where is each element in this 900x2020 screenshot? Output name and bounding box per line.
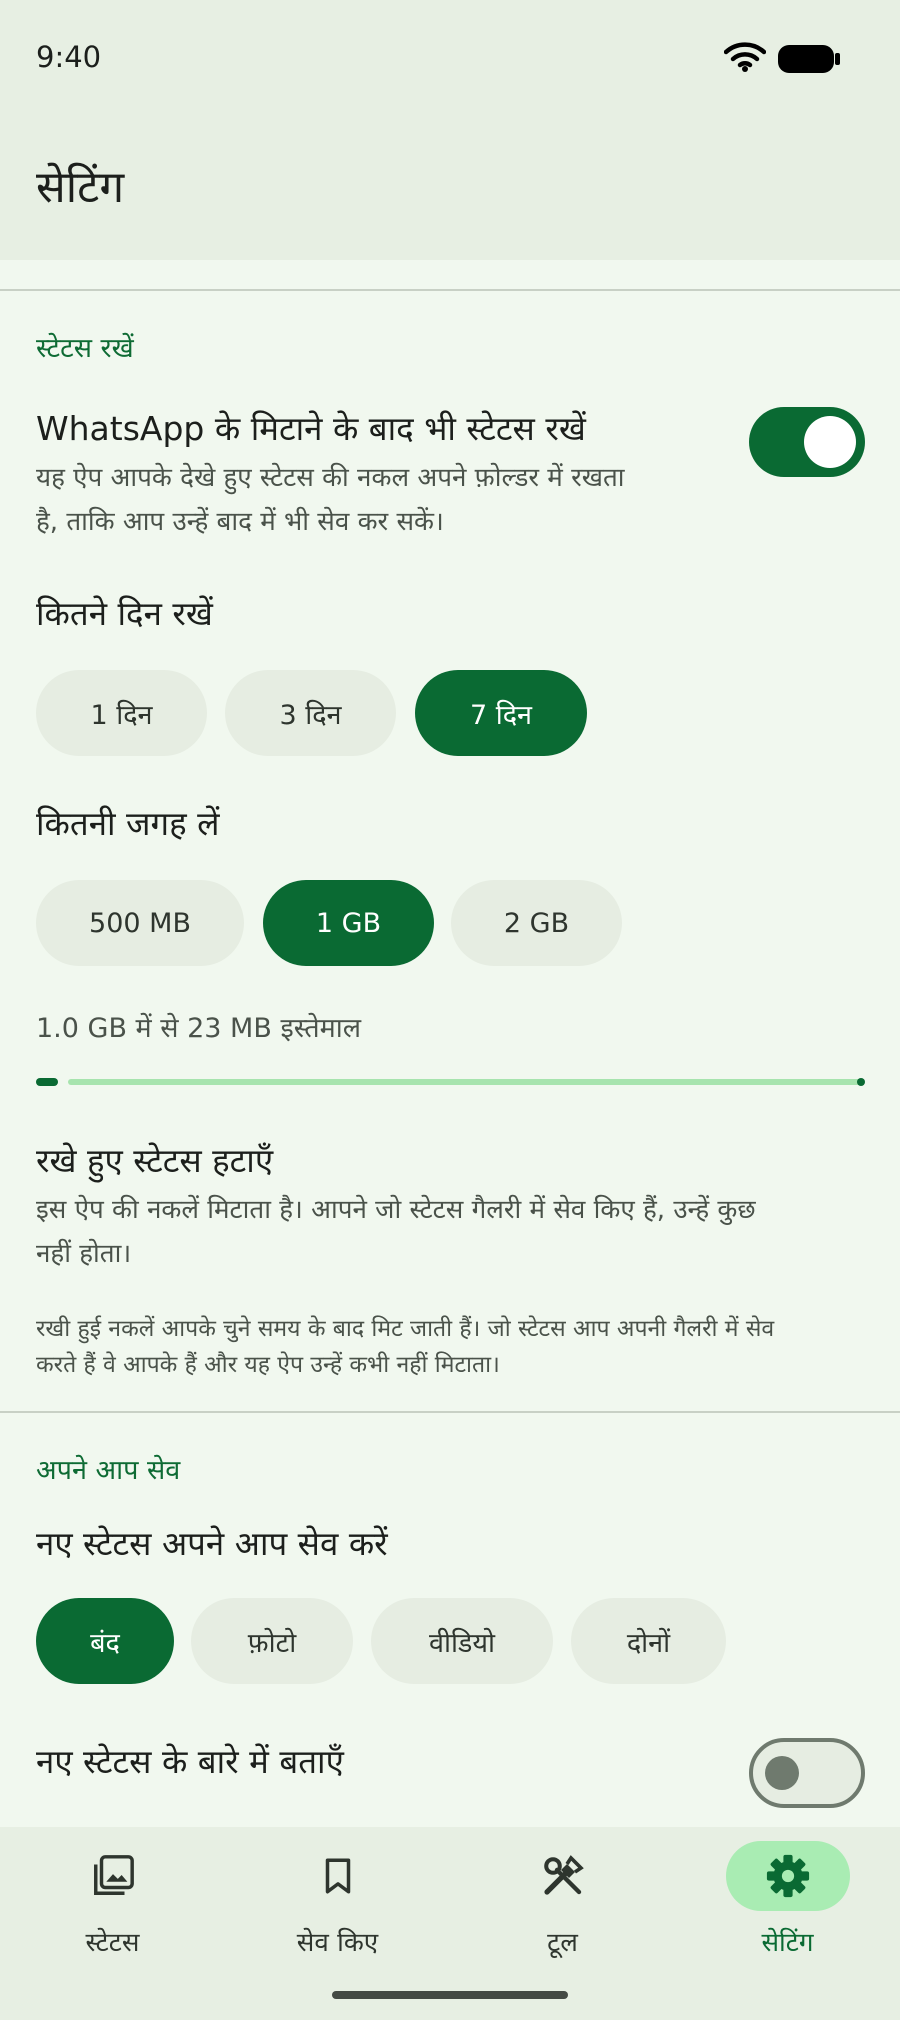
toggle-knob — [804, 416, 856, 468]
keep-after-delete-title: WhatsApp के मिटाने के बाद भी स्टेटस रखें — [36, 409, 586, 448]
space-chip-500mb[interactable]: 500 MB — [36, 880, 244, 966]
keep-after-delete-desc-1: यह ऐप आपके देखे हुए स्टेटस की नकल अपने फ… — [36, 463, 625, 493]
nav-item-status[interactable]: स्टेटस — [0, 1827, 225, 1977]
photo-library-icon — [51, 1841, 175, 1911]
nav-label-saved: सेव किए — [296, 1928, 379, 1958]
page-title: सेटिंग — [36, 162, 125, 213]
days-label: कितने दिन रखें — [36, 594, 213, 633]
tools-icon — [501, 1841, 625, 1911]
storage-progress-fill — [36, 1078, 58, 1086]
home-indicator[interactable] — [332, 1991, 568, 1999]
app-bar: सेटिंग — [0, 115, 900, 260]
days-chip-7[interactable]: 7 दिन — [415, 670, 587, 756]
autosave-chip-video[interactable]: वीडियो — [371, 1598, 553, 1684]
storage-progress-end-dot — [857, 1078, 865, 1086]
bookmark-icon — [276, 1841, 400, 1911]
keep-after-delete-desc-2: है, ताकि आप उन्हें बाद में भी सेव कर सके… — [36, 507, 444, 537]
nav-item-tools[interactable]: टूल — [450, 1827, 675, 1977]
battery-icon — [778, 45, 840, 77]
days-chip-3[interactable]: 3 दिन — [225, 670, 396, 756]
days-chip-1[interactable]: 1 दिन — [36, 670, 207, 756]
nav-label-tools: टूल — [547, 1928, 578, 1958]
nav-item-saved[interactable]: सेव किए — [225, 1827, 450, 1977]
space-chip-2gb[interactable]: 2 GB — [451, 880, 622, 966]
remove-kept-title: रखे हुए स्टेटस हटाएँ — [36, 1141, 274, 1180]
space-label: कितनी जगह लें — [36, 804, 220, 843]
autosave-chip-both[interactable]: दोनों — [571, 1598, 726, 1684]
keep-note-2: करते हैं वे आपके हैं और यह ऐप उन्हें कभी… — [36, 1352, 500, 1378]
section-title-autosave: अपने आप सेव — [36, 1455, 181, 1486]
autosave-chip-photo[interactable]: फ़ोटो — [191, 1598, 353, 1684]
keep-note-1: रखी हुई नकलें आपके चुने समय के बाद मिट ज… — [36, 1316, 775, 1342]
wifi-icon — [723, 42, 767, 76]
gear-icon — [725, 1841, 850, 1911]
nav-item-settings[interactable]: सेटिंग — [675, 1827, 900, 1977]
status-bar: 9:40 — [0, 0, 900, 115]
section-divider — [0, 289, 900, 291]
status-time: 9:40 — [36, 40, 102, 74]
section-divider — [0, 1411, 900, 1413]
remove-kept-desc-1: इस ऐप की नकलें मिटाता है। आपने जो स्टेटस… — [36, 1195, 756, 1225]
remove-kept-desc-2: नहीं होता। — [36, 1239, 132, 1269]
notify-toggle[interactable] — [749, 1738, 865, 1808]
notify-title: नए स्टेटस के बारे में बताएँ — [36, 1742, 344, 1781]
autosave-label: नए स्टेटस अपने आप सेव करें — [36, 1524, 388, 1563]
keep-after-delete-toggle[interactable] — [749, 407, 865, 477]
nav-label-status: स्टेटस — [85, 1928, 140, 1958]
section-title-keep: स्टेटस रखें — [36, 333, 134, 364]
space-chip-1gb[interactable]: 1 GB — [263, 880, 434, 966]
toggle-knob — [765, 1756, 799, 1790]
nav-label-settings: सेटिंग — [761, 1928, 814, 1958]
storage-progress-track — [68, 1079, 862, 1085]
autosave-chip-off[interactable]: बंद — [36, 1598, 174, 1684]
storage-usage-text: 1.0 GB में से 23 MB इस्तेमाल — [36, 1013, 362, 1044]
